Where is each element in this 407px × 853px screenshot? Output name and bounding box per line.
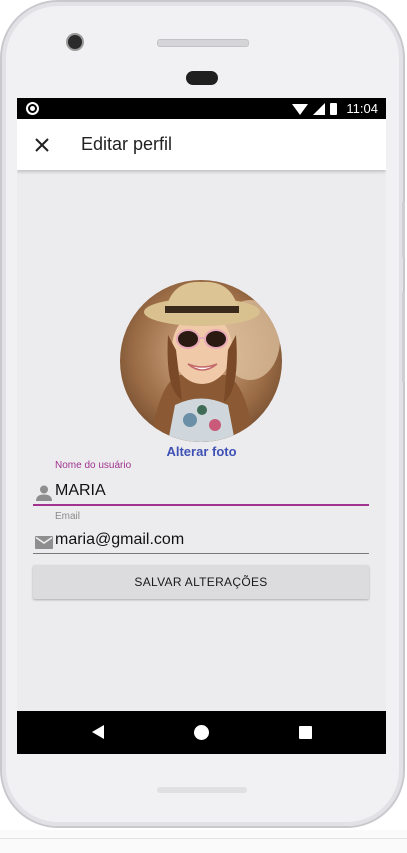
username-field[interactable] — [33, 480, 369, 506]
change-photo-link[interactable]: Alterar foto — [17, 444, 386, 459]
navigation-bar — [17, 711, 386, 754]
power-button — [402, 202, 405, 257]
cell-signal-icon — [313, 102, 326, 115]
back-icon[interactable] — [92, 725, 104, 739]
status-indicators: 11:04 — [292, 101, 378, 116]
earpiece-speaker — [157, 39, 249, 47]
app-screen: 11:04 Editar perfil Alterar foto Nome do… — [17, 98, 386, 754]
profile-photo-image — [120, 280, 282, 442]
email-field[interactable] — [33, 529, 369, 554]
battery-icon — [330, 102, 338, 115]
page-title: Editar perfil — [81, 134, 173, 154]
person-icon — [36, 485, 52, 501]
phone-frame: 11:04 Editar perfil Alterar foto Nome do… — [0, 0, 405, 828]
notification-icon — [26, 102, 39, 115]
wifi-icon — [292, 103, 309, 115]
page-divider — [0, 838, 407, 839]
page-bottom-strip — [0, 830, 407, 853]
email-input[interactable] — [55, 529, 355, 551]
recent-apps-icon[interactable] — [299, 726, 312, 739]
front-camera — [66, 33, 84, 51]
username-label: Nome do usuário — [55, 460, 132, 471]
app-bar: Editar perfil — [17, 119, 386, 170]
profile-avatar[interactable] — [120, 280, 282, 442]
status-bar: 11:04 — [17, 98, 386, 119]
status-time: 11:04 — [346, 101, 378, 116]
close-button[interactable] — [29, 132, 55, 158]
home-icon[interactable] — [194, 725, 209, 740]
username-input[interactable] — [55, 480, 355, 502]
save-changes-button[interactable]: SALVAR ALTERAÇÕES — [33, 565, 369, 599]
close-icon — [35, 138, 49, 152]
email-label: Email — [55, 511, 81, 522]
proximity-sensor — [186, 71, 218, 85]
volume-button — [402, 292, 405, 382]
mail-icon — [35, 536, 53, 549]
bottom-speaker — [157, 787, 247, 793]
